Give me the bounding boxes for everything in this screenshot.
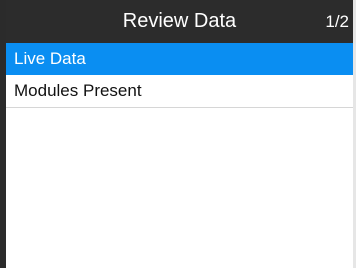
page-title: Review Data: [122, 10, 237, 32]
menu-item-live-data[interactable]: Live Data: [6, 43, 353, 75]
review-data-menu: Live Data Modules Present: [6, 43, 353, 108]
page-indicator: 1/2: [325, 12, 349, 31]
menu-item-label: Modules Present: [14, 81, 142, 100]
menu-item-modules-present[interactable]: Modules Present: [6, 75, 353, 108]
menu-item-label: Live Data: [14, 49, 86, 68]
scan-tool-screen: Review Data 1/2 Live Data Modules Presen…: [0, 0, 356, 268]
title-bar: Review Data 1/2: [6, 0, 353, 43]
